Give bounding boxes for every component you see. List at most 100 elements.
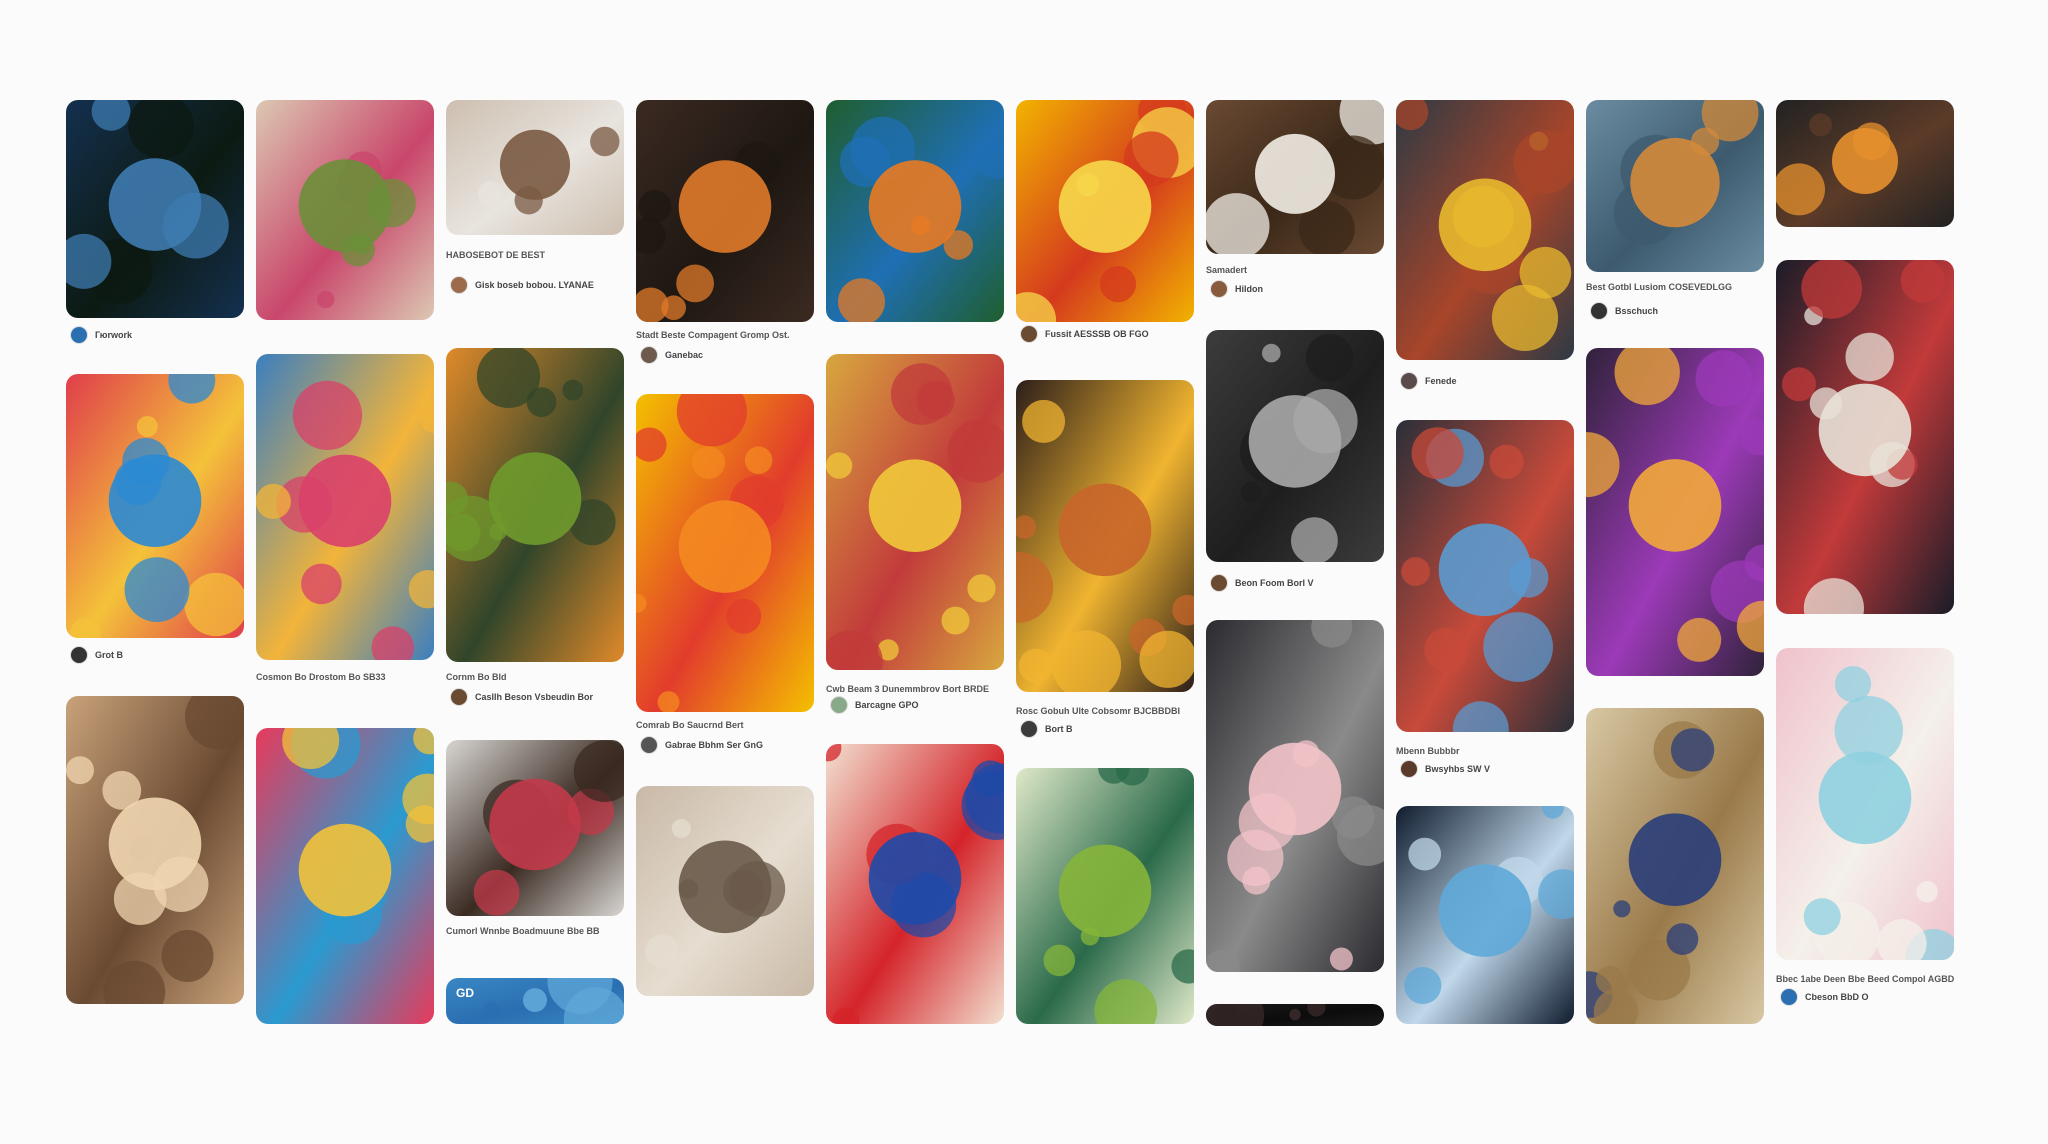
pin-author-name[interactable]: Beon Foom Borl V [1235, 578, 1314, 588]
pin-author-name[interactable]: Gabrae Bbhm Ser GnG [665, 740, 763, 750]
pin-image[interactable] [636, 786, 814, 996]
pin-card[interactable]: Beon Foom Borl V [1206, 330, 1384, 592]
pin-author[interactable]: Grot B [70, 646, 123, 664]
pin-author-name[interactable]: Bsschuch [1615, 306, 1658, 316]
avatar[interactable] [70, 646, 88, 664]
pin-author[interactable]: Casllh Beson Vsbeudin Bor [450, 688, 593, 706]
pin-image[interactable] [1396, 100, 1574, 360]
avatar[interactable] [450, 688, 468, 706]
pin-card[interactable]: Mbenn Bubbbr Bwsyhbs SW V [1396, 420, 1574, 778]
pin-image[interactable] [446, 100, 624, 235]
avatar[interactable] [1400, 760, 1418, 778]
pin-title[interactable]: Mbenn Bubbbr [1396, 746, 1574, 757]
pin-title[interactable]: Samadert [1206, 265, 1384, 276]
pin-card[interactable] [1776, 100, 1954, 227]
pin-image[interactable] [1776, 100, 1954, 227]
pin-image[interactable] [1776, 648, 1954, 960]
pin-card[interactable]: HABOSEBOT DE BEST Gisk boseb bobou. LYANA… [446, 100, 624, 294]
pin-image[interactable] [1586, 348, 1764, 676]
pin-image[interactable] [256, 728, 434, 1024]
pin-image[interactable] [826, 744, 1004, 1024]
pin-image[interactable] [1586, 708, 1764, 1024]
pin-image[interactable] [1016, 100, 1194, 322]
avatar[interactable] [70, 326, 88, 344]
pin-card[interactable] [826, 100, 1004, 322]
avatar[interactable] [450, 276, 468, 294]
pin-title[interactable]: Cwb Beam 3 Dunemmbrov Bort BRDE [826, 684, 1004, 695]
pin-author[interactable]: Barcagne GPO [830, 696, 919, 714]
pin-author-name[interactable]: Fenede [1425, 376, 1457, 386]
avatar[interactable] [1210, 280, 1228, 298]
pin-author[interactable]: Ganebac [640, 346, 703, 364]
pin-card[interactable] [256, 728, 434, 1024]
pin-image[interactable] [1206, 620, 1384, 972]
pin-image[interactable] [826, 100, 1004, 322]
pin-author-name[interactable]: Grot B [95, 650, 123, 660]
pin-image[interactable] [1396, 420, 1574, 732]
pin-title[interactable]: GD [456, 988, 634, 999]
pin-image[interactable] [446, 740, 624, 916]
pin-author[interactable]: Гюrwork [70, 326, 132, 344]
pin-image[interactable] [446, 348, 624, 662]
pin-title[interactable]: Bbec 1abe Deen Bbe Beed Compol AGBDb [1776, 974, 1954, 985]
pin-image[interactable] [1016, 768, 1194, 1024]
pin-card[interactable]: Comrab Bo Saucrnd Bert Gabrae Bbhm Ser Gn… [636, 394, 814, 754]
pin-image[interactable] [66, 100, 244, 318]
pin-image[interactable] [1586, 100, 1764, 272]
pin-card[interactable] [636, 786, 814, 996]
pin-author-name[interactable]: Bwsyhbs SW V [1425, 764, 1490, 774]
pin-author[interactable]: Fenede [1400, 372, 1457, 390]
pin-author[interactable]: Bwsyhbs SW V [1400, 760, 1490, 778]
pin-author[interactable]: Gabrae Bbhm Ser GnG [640, 736, 763, 754]
pin-card[interactable] [1206, 620, 1384, 972]
avatar[interactable] [640, 346, 658, 364]
pin-card[interactable]: Bbec 1abe Deen Bbe Beed Compol AGBDb Cbes… [1776, 648, 1954, 1006]
pin-card[interactable] [1206, 1004, 1384, 1026]
pin-card[interactable]: Cwb Beam 3 Dunemmbrov Bort BRDE Barcagne … [826, 354, 1004, 714]
pin-title[interactable]: Best Gotbl Lusiom COSEVEDLGG [1586, 282, 1764, 293]
pin-author-name[interactable]: Гюrwork [95, 330, 132, 340]
pin-card[interactable] [256, 100, 434, 320]
pin-card[interactable]: Cumorl Wnnbe Boadmuune Bbe BB [446, 740, 624, 938]
pin-author[interactable]: Gisk boseb bobou. LYANAE [450, 276, 594, 294]
pin-image[interactable] [256, 354, 434, 660]
pin-author-name[interactable]: Cbeson BbD O [1805, 992, 1869, 1002]
avatar[interactable] [1780, 988, 1798, 1006]
pin-author-name[interactable]: Fussit AESSSB OB FGO [1045, 329, 1149, 339]
pin-author[interactable]: Beon Foom Borl V [1210, 574, 1314, 592]
pin-card[interactable]: Samadert Hildon [1206, 100, 1384, 298]
pin-image[interactable] [1206, 330, 1384, 562]
pin-title[interactable]: Comrab Bo Saucrnd Bert [636, 720, 814, 731]
pin-image[interactable] [66, 374, 244, 638]
pin-image[interactable] [1206, 100, 1384, 254]
pin-card[interactable] [66, 696, 244, 1004]
pin-card[interactable]: GD [446, 978, 624, 1024]
pin-author[interactable]: Hildon [1210, 280, 1263, 298]
pin-author[interactable]: Cbeson BbD O [1780, 988, 1869, 1006]
pin-title[interactable]: Rosc Gobuh Ulte Cobsomr BJCBBDBI [1016, 706, 1194, 717]
pin-image[interactable] [1206, 1004, 1384, 1026]
pin-image[interactable] [636, 100, 814, 322]
avatar[interactable] [1020, 720, 1038, 738]
pin-card[interactable] [1586, 708, 1764, 1024]
pin-card[interactable] [1396, 806, 1574, 1024]
pin-image[interactable] [1016, 380, 1194, 692]
pin-card[interactable] [1586, 348, 1764, 676]
pin-author-name[interactable]: Casllh Beson Vsbeudin Bor [475, 692, 593, 702]
avatar[interactable] [1210, 574, 1228, 592]
pin-card[interactable]: Cosmon Bo Drostom Bo SB33 [256, 354, 434, 704]
pin-title[interactable]: Cumorl Wnnbe Boadmuune Bbe BB [446, 926, 624, 937]
pin-card[interactable]: Fenede [1396, 100, 1574, 390]
pin-image[interactable] [1396, 806, 1574, 1024]
pin-image[interactable] [66, 696, 244, 1004]
pin-card[interactable]: Rosc Gobuh Ulte Cobsomr BJCBBDBI Bort B [1016, 380, 1194, 738]
pin-author-name[interactable]: Gisk boseb bobou. LYANAE [475, 280, 594, 290]
pin-card[interactable]: Cornm Bo Bld Casllh Beson Vsbeudin Bor [446, 348, 624, 706]
pin-image[interactable] [446, 978, 624, 1024]
pin-title[interactable]: Stadt Beste Compagent Gromp Ost. [636, 330, 814, 341]
pin-title[interactable]: HABOSEBOT DE BEST [446, 250, 624, 261]
pin-card[interactable]: Grot B [66, 374, 244, 664]
pin-author-name[interactable]: Ganebac [665, 350, 703, 360]
pin-card[interactable]: Fussit AESSSB OB FGO [1016, 100, 1194, 343]
pin-author[interactable]: Bsschuch [1590, 302, 1658, 320]
